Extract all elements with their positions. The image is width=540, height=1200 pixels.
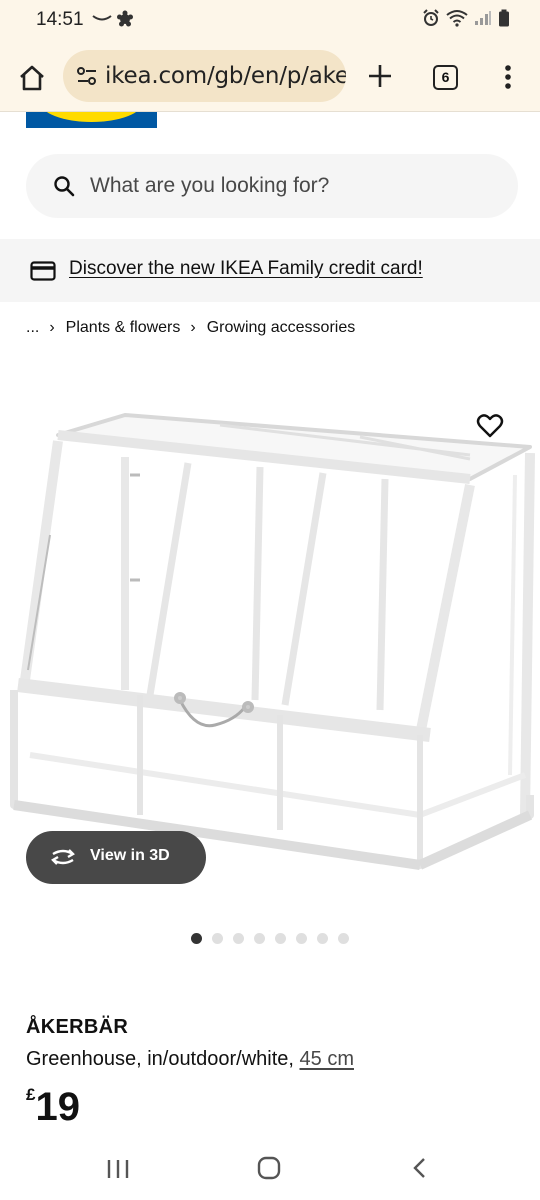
price-value: 19	[35, 1085, 80, 1129]
url-bar[interactable]: ikea.com/gb/en/p/ake	[63, 50, 346, 102]
breadcrumb-item-plants-flowers[interactable]: Plants & flowers	[66, 319, 181, 337]
recent-apps-icon[interactable]	[106, 1158, 130, 1180]
product-size-link[interactable]: 45 cm	[300, 1048, 354, 1070]
rotate-3d-icon	[51, 849, 75, 865]
url-text[interactable]: ikea.com/gb/en/p/ake	[105, 63, 346, 89]
product-description-text: Greenhouse, in/outdoor/white,	[26, 1048, 300, 1070]
search-input[interactable]: What are you looking for?	[26, 154, 518, 218]
carousel-dot[interactable]	[317, 933, 328, 944]
home-icon[interactable]	[16, 62, 48, 94]
credit-card-icon	[30, 261, 56, 281]
carousel-dot[interactable]	[191, 933, 202, 944]
breadcrumb-ellipsis[interactable]: ...	[26, 319, 39, 337]
carousel-dot[interactable]	[296, 933, 307, 944]
status-time: 14:51	[36, 9, 84, 30]
view-in-3d-button[interactable]: View in 3D	[26, 831, 206, 884]
chevron-right-icon: ›	[190, 319, 196, 336]
signal-icon	[475, 11, 491, 25]
more-menu-icon[interactable]	[498, 63, 518, 91]
promo-banner: Discover the new IKEA Family credit card…	[0, 239, 540, 302]
chevron-right-icon: ›	[49, 319, 55, 336]
carousel-dot[interactable]	[338, 933, 349, 944]
system-nav-bar	[0, 1140, 540, 1200]
battery-icon	[499, 9, 509, 27]
carousel-dot[interactable]	[233, 933, 244, 944]
search-icon	[54, 176, 75, 197]
price-currency: £	[26, 1085, 36, 1104]
back-icon[interactable]	[411, 1157, 429, 1179]
notification-icon	[92, 15, 112, 21]
wifi-icon	[446, 10, 468, 27]
search-placeholder: What are you looking for?	[90, 174, 330, 197]
new-tab-icon[interactable]	[366, 62, 394, 90]
product-description: Greenhouse, in/outdoor/white, 45 cm	[26, 1048, 354, 1071]
ikea-logo[interactable]	[26, 112, 157, 128]
product-name: ÅKERBÄR	[26, 1016, 129, 1038]
site-settings-icon[interactable]	[75, 64, 99, 88]
breadcrumb: ... › Plants & flowers › Growing accesso…	[26, 319, 355, 337]
carousel-dot[interactable]	[275, 933, 286, 944]
view-in-3d-label: View in 3D	[90, 847, 170, 864]
product-image[interactable]	[0, 395, 540, 885]
product-price: £19	[26, 1085, 80, 1130]
settings-gear-icon	[117, 10, 133, 27]
status-bar: 14:51	[0, 0, 540, 40]
heart-icon[interactable]	[475, 411, 505, 441]
browser-toolbar: ikea.com/gb/en/p/ake 6	[0, 40, 540, 112]
home-nav-icon[interactable]	[257, 1156, 281, 1180]
credit-card-promo-link[interactable]: Discover the new IKEA Family credit card…	[69, 258, 423, 280]
carousel-dot[interactable]	[254, 933, 265, 944]
image-carousel-dots	[191, 933, 349, 944]
tab-switcher-button[interactable]: 6	[433, 65, 458, 90]
alarm-icon	[423, 9, 439, 26]
breadcrumb-item-growing-accessories[interactable]: Growing accessories	[207, 319, 356, 337]
carousel-dot[interactable]	[212, 933, 223, 944]
